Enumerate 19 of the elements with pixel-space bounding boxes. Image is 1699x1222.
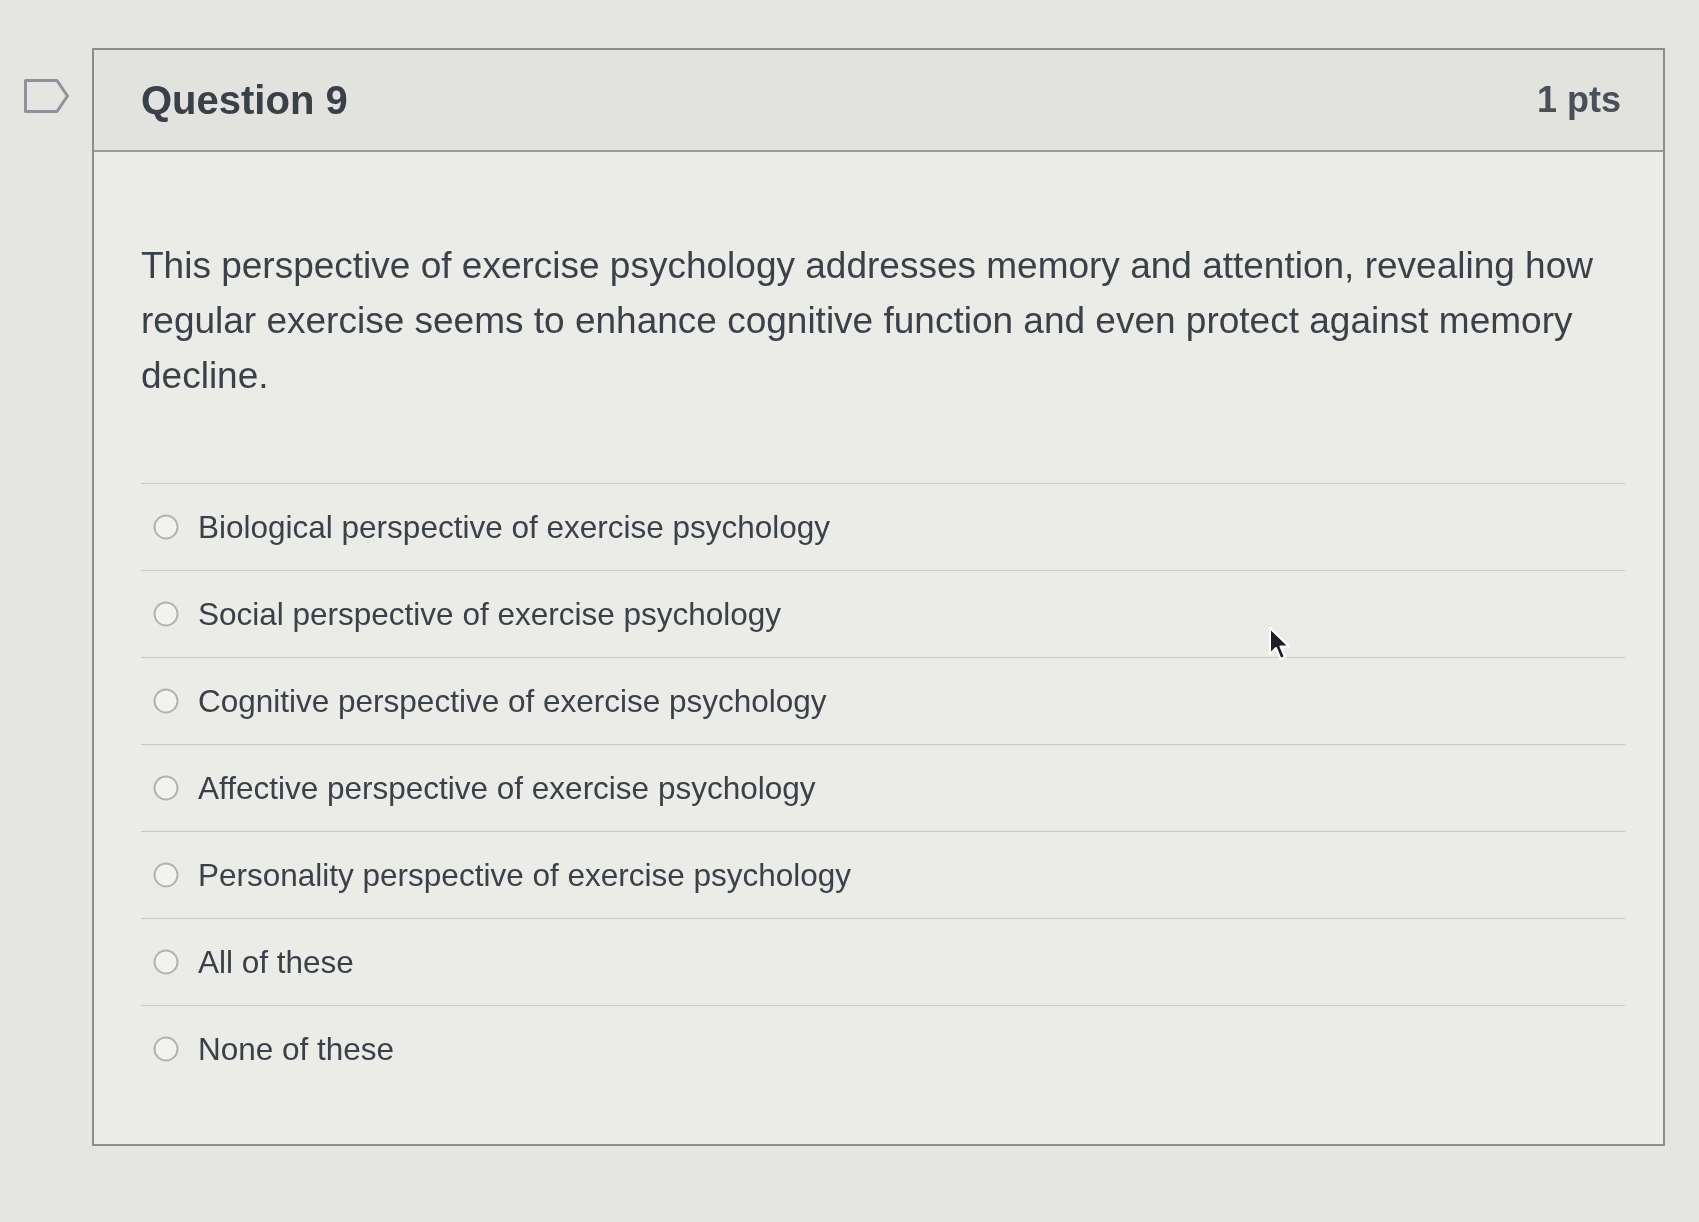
radio-button[interactable] (153, 688, 179, 714)
radio-button[interactable] (153, 862, 179, 888)
answer-label[interactable]: Social perspective of exercise psychology (198, 595, 782, 633)
flag-outline-icon[interactable] (24, 79, 69, 113)
answer-label[interactable]: Cognitive perspective of exercise psychology (198, 682, 827, 720)
answer-label[interactable]: Affective perspective of exercise psychology (198, 769, 816, 807)
question-title: Question 9 (141, 77, 348, 123)
answer-label[interactable]: All of these (198, 943, 354, 981)
answer-label[interactable]: Biological perspective of exercise psychology (198, 508, 831, 546)
radio-button[interactable] (153, 514, 179, 540)
question-text: This perspective of exercise psychology addresses memory and attention, revealing how regular exercise seems to enhance cognitive function and even protect against memory decline. (141, 244, 1594, 398)
mouse-pointer-icon (1268, 626, 1292, 662)
radio-button[interactable] (153, 601, 179, 627)
answer-label[interactable]: Personality perspective of exercise psychology (198, 856, 852, 894)
points-label: 1 pts (1536, 79, 1621, 121)
answer-label[interactable]: None of these (198, 1030, 395, 1068)
radio-button[interactable] (153, 1036, 179, 1062)
radio-button[interactable] (153, 775, 179, 801)
radio-button[interactable] (153, 949, 179, 975)
